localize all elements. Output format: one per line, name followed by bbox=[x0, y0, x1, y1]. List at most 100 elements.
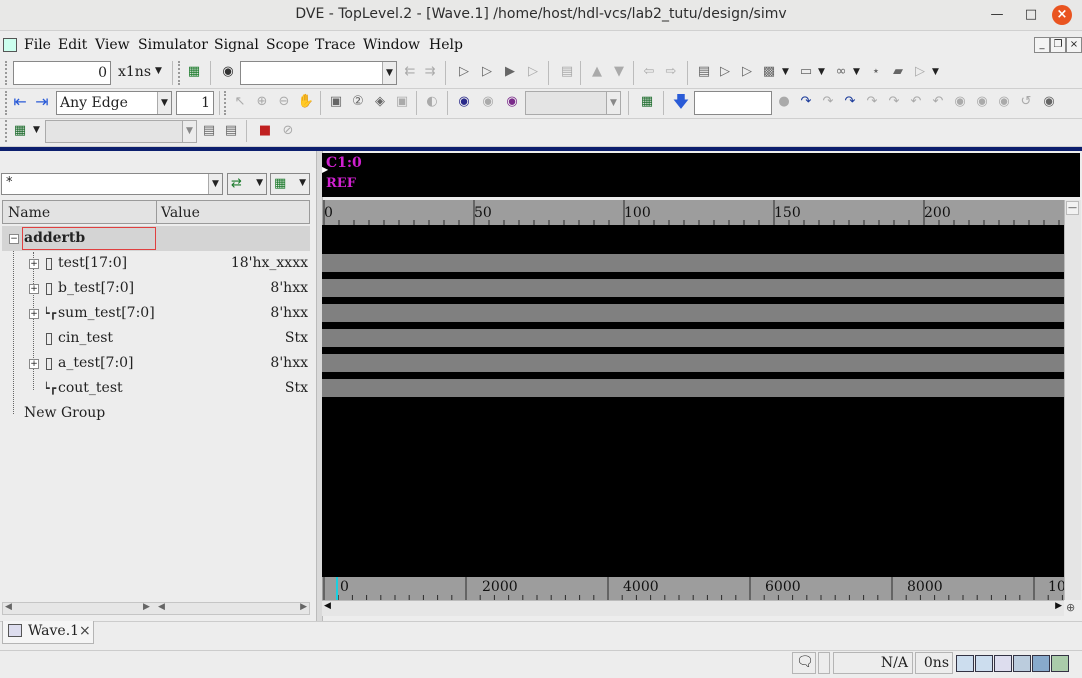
breakpoint-list-icon[interactable]: ▤ bbox=[200, 122, 218, 140]
rewind-icon[interactable]: ↺ bbox=[1017, 93, 1035, 111]
pop-icon[interactable]: ▼ bbox=[610, 63, 628, 81]
list-view-icon[interactable] bbox=[1051, 655, 1069, 672]
run-icon[interactable]: ↷ bbox=[797, 93, 815, 111]
menu-signal[interactable]: Signal bbox=[214, 37, 259, 53]
record-icon[interactable]: ● bbox=[775, 93, 793, 111]
expand-icon[interactable]: + bbox=[29, 259, 39, 269]
toolbar-grip[interactable] bbox=[224, 91, 230, 115]
waveform-trace[interactable] bbox=[322, 254, 1064, 272]
disabled-icon[interactable]: ⊘ bbox=[279, 122, 297, 140]
table-row[interactable]: cin_test Stx bbox=[2, 326, 310, 351]
pointer-icon[interactable]: ↖ bbox=[231, 93, 249, 111]
gate-icon[interactable]: ▷ bbox=[716, 63, 734, 81]
chevron-down-icon[interactable]: ▼ bbox=[782, 67, 789, 77]
scroll-left-icon[interactable]: ◀ bbox=[158, 602, 165, 612]
load-icon[interactable]: ▷ bbox=[524, 63, 542, 81]
list-icon[interactable]: ▤ bbox=[695, 63, 713, 81]
zoom-2-icon[interactable]: ② bbox=[349, 93, 367, 111]
scope-select[interactable]: ▼ bbox=[45, 120, 197, 143]
previous-edge-icon[interactable]: ⇤ bbox=[11, 93, 29, 111]
time-ruler[interactable]: 0 50 100 150 200 bbox=[322, 200, 1064, 225]
find-previous-icon[interactable]: ⇇ bbox=[401, 63, 419, 81]
step-out-icon[interactable]: ↷ bbox=[885, 93, 903, 111]
finish-icon[interactable]: ◉ bbox=[995, 93, 1013, 111]
chevron-down-icon[interactable]: ▼ bbox=[606, 92, 620, 114]
menu-trace[interactable]: Trace bbox=[315, 37, 356, 53]
ref-label[interactable]: REF bbox=[326, 176, 356, 191]
simulator-icon[interactable]: ▦ bbox=[638, 93, 656, 111]
table-row[interactable]: ┕┏ cout_test Stx bbox=[2, 376, 310, 401]
column-name[interactable]: Name bbox=[8, 205, 50, 221]
mdi-minimize-button[interactable]: _ bbox=[1034, 37, 1050, 53]
stop-icon[interactable]: ◉ bbox=[951, 93, 969, 111]
zoom-full-icon[interactable]: ▣ bbox=[393, 93, 411, 111]
menu-simulator[interactable]: Simulator bbox=[138, 37, 208, 53]
scroll-right-icon[interactable]: ▶ bbox=[1055, 601, 1062, 611]
scroll-up-icon[interactable]: — bbox=[1066, 201, 1079, 215]
waveform-trace[interactable] bbox=[322, 279, 1064, 297]
table-row[interactable]: + b_test[7:0] 8'hxx bbox=[2, 276, 310, 301]
breakpoint-edit-icon[interactable]: ▤ bbox=[222, 122, 240, 140]
go-to-marker-icon[interactable]: ◉ bbox=[479, 93, 497, 111]
wave-view-icon[interactable] bbox=[1032, 655, 1050, 672]
zoom-cursor-icon[interactable]: ◐ bbox=[423, 93, 441, 111]
edge-select[interactable]: Any Edge ▼ bbox=[56, 91, 172, 115]
table-row[interactable]: + test[17:0] 18'hx_xxxx bbox=[2, 251, 310, 276]
pause-icon[interactable]: ◉ bbox=[973, 93, 991, 111]
chevron-down-icon[interactable]: ▼ bbox=[932, 67, 939, 77]
tree-row-scope[interactable]: − addertb bbox=[2, 226, 310, 251]
signal-view-select[interactable]: ▦ ▼ bbox=[270, 173, 310, 195]
chevron-down-icon[interactable]: ▼ bbox=[157, 92, 171, 114]
step-icon[interactable]: ↷ bbox=[819, 93, 837, 111]
time-input[interactable]: 0 bbox=[13, 61, 111, 85]
restart-icon[interactable]: ↶ bbox=[929, 93, 947, 111]
expand-icon[interactable]: + bbox=[29, 284, 39, 294]
next-icon[interactable]: ↷ bbox=[841, 93, 859, 111]
zoom-half-icon[interactable]: ◈ bbox=[371, 93, 389, 111]
zoom-fit-icon[interactable]: ▣ bbox=[327, 93, 345, 111]
data-view-icon[interactable] bbox=[975, 655, 993, 672]
stop-sim-icon[interactable]: ■ bbox=[256, 122, 274, 140]
back-arrow-icon[interactable]: ⇦ bbox=[640, 63, 658, 81]
connect-icon[interactable]: ⋆ bbox=[867, 63, 885, 81]
scroll-left-icon[interactable]: ◀ bbox=[5, 602, 12, 612]
hierarchy-view-icon[interactable] bbox=[956, 655, 974, 672]
window-icon[interactable]: ▭ bbox=[797, 63, 815, 81]
console-box[interactable]: 🗨 bbox=[792, 652, 816, 674]
hierarchy-icon[interactable]: ▦ bbox=[185, 63, 203, 81]
overview-ruler[interactable]: 0 2000 4000 6000 8000 10 bbox=[322, 577, 1066, 600]
document-icon[interactable]: ▤ bbox=[558, 63, 576, 81]
waveform-area[interactable] bbox=[322, 225, 1064, 577]
wave-horizontal-scrollbar[interactable]: ◀ ▶ bbox=[322, 600, 1064, 616]
schematic-view-icon[interactable] bbox=[1013, 655, 1031, 672]
signal-type-select[interactable]: ⇄ ▼ bbox=[227, 173, 267, 195]
filter-icon[interactable]: ▷ bbox=[911, 63, 929, 81]
step-in-icon[interactable]: ↷ bbox=[863, 93, 881, 111]
zoom-fit-icon[interactable]: ⊕ bbox=[1066, 601, 1075, 614]
marker-icon[interactable]: ◉ bbox=[503, 93, 521, 111]
column-divider[interactable] bbox=[156, 201, 157, 223]
step-input[interactable] bbox=[694, 91, 772, 115]
reset-icon[interactable]: ◉ bbox=[1040, 93, 1058, 111]
tree-row-group[interactable]: New Group bbox=[2, 401, 310, 426]
maximize-button[interactable]: □ bbox=[1020, 4, 1042, 26]
chevron-down-icon[interactable]: ▼ bbox=[208, 174, 222, 194]
glasses-icon[interactable]: ∞ bbox=[832, 63, 850, 81]
forward-arrow-icon[interactable]: ⇨ bbox=[662, 63, 680, 81]
zoom-in-icon[interactable]: ⊕ bbox=[253, 93, 271, 111]
tab-wave[interactable]: Wave.1 × bbox=[2, 621, 94, 644]
logic-icon[interactable]: ▷ bbox=[738, 63, 756, 81]
path-schematic-icon[interactable]: ▷ bbox=[478, 63, 496, 81]
toolbar-grip[interactable] bbox=[5, 61, 11, 85]
waveform-trace[interactable] bbox=[322, 304, 1064, 322]
next-edge-icon[interactable]: ⇥ bbox=[33, 93, 51, 111]
menu-view[interactable]: View bbox=[95, 37, 130, 53]
go-to-cursor-icon[interactable]: ◉ bbox=[455, 93, 473, 111]
step-back-icon[interactable]: ↶ bbox=[907, 93, 925, 111]
tree-icon[interactable]: ▩ bbox=[760, 63, 778, 81]
close-button[interactable]: × bbox=[1052, 5, 1072, 25]
search-input[interactable]: ▼ bbox=[240, 61, 397, 85]
mdi-close-button[interactable]: × bbox=[1066, 37, 1082, 53]
time-unit-select[interactable]: x1ns bbox=[118, 64, 151, 80]
chevron-down-icon[interactable]: ▼ bbox=[155, 66, 162, 76]
